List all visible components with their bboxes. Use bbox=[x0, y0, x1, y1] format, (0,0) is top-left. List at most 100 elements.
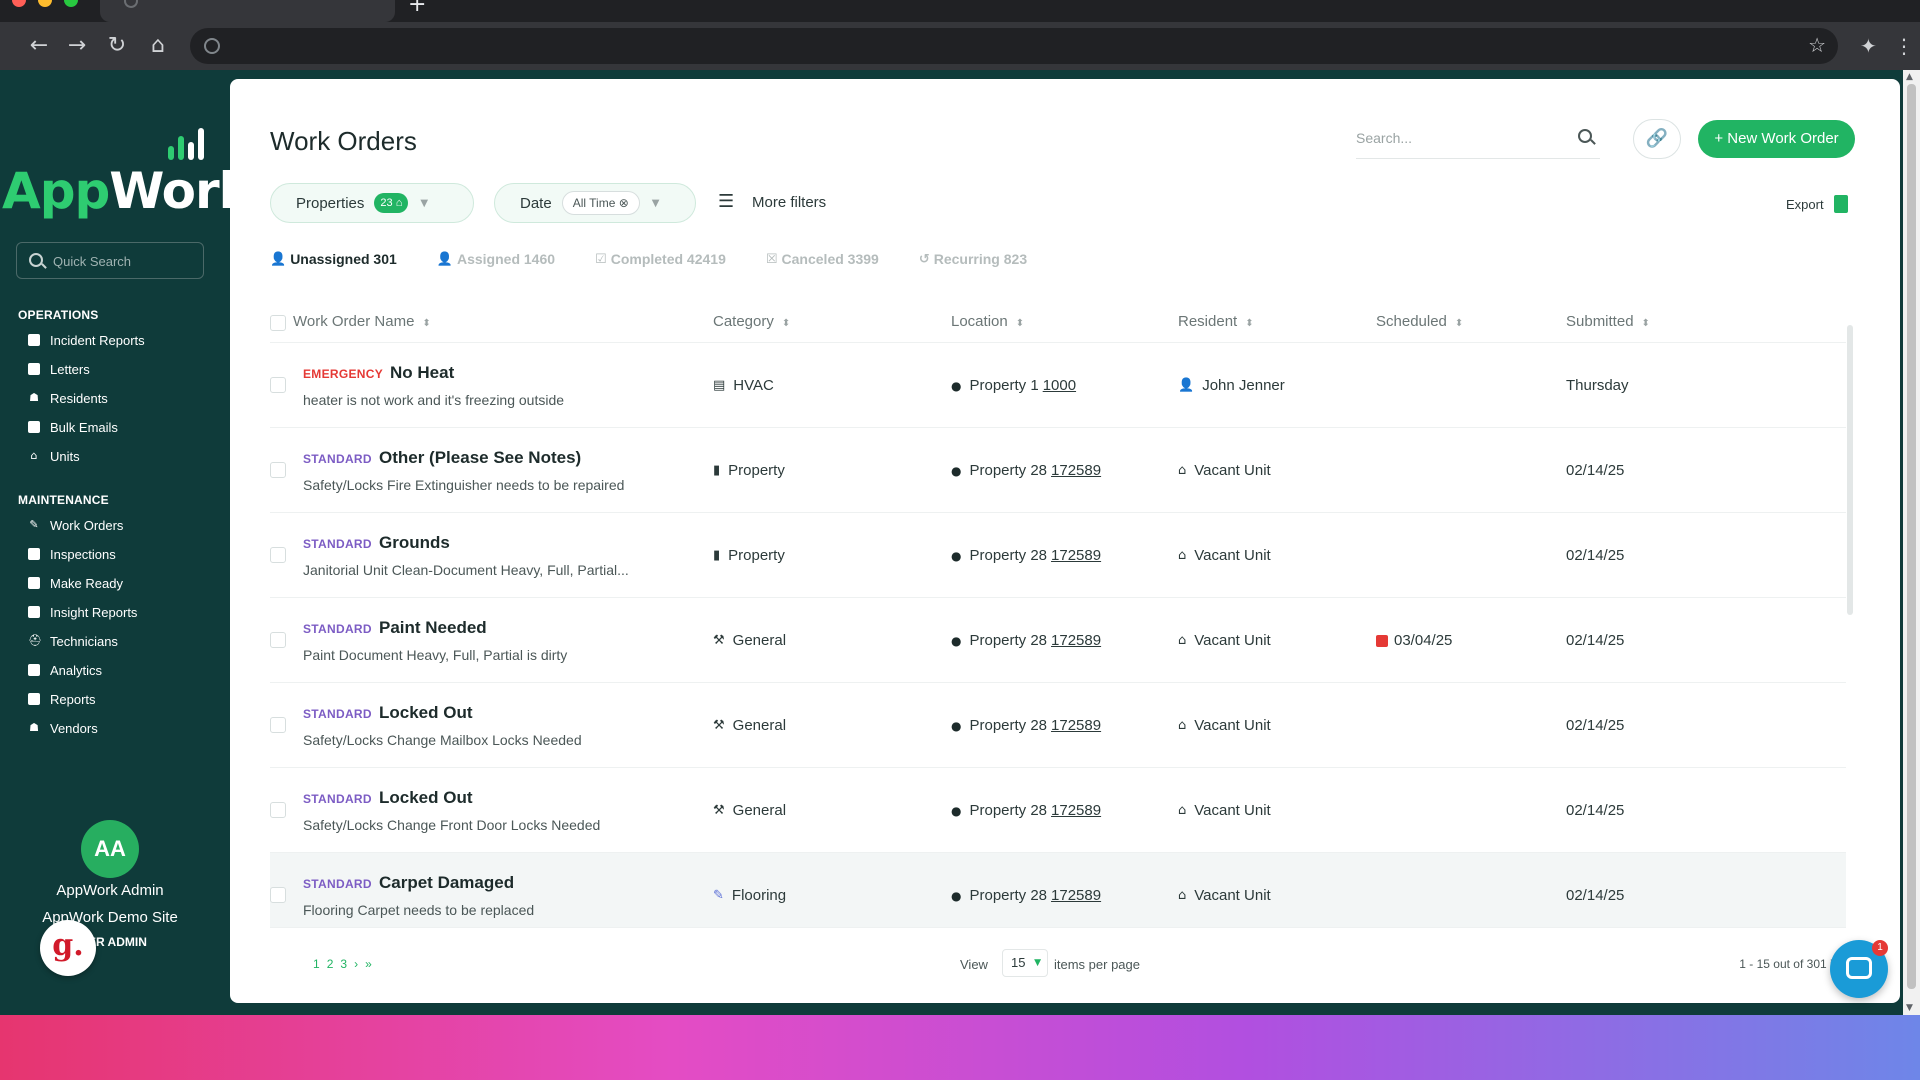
table-scroll-thumb[interactable] bbox=[1847, 325, 1853, 615]
quick-search-input[interactable]: Quick Search bbox=[16, 242, 204, 279]
work-order-title[interactable]: Paint Needed bbox=[379, 618, 487, 638]
tab-assigned[interactable]: 👤 Assigned 1460 bbox=[437, 249, 555, 269]
column-scheduled[interactable]: Scheduled ⬍ bbox=[1376, 313, 1463, 330]
page-1-link[interactable]: 1 bbox=[313, 957, 320, 971]
select-all-checkbox[interactable] bbox=[270, 315, 286, 331]
table-row[interactable]: STANDARD Carpet Damaged Flooring Carpet … bbox=[270, 853, 1846, 928]
browser-menu-icon[interactable]: ⋮ bbox=[1894, 34, 1914, 58]
table-scrollbar[interactable] bbox=[1847, 317, 1853, 937]
table-row[interactable]: STANDARD Locked Out Safety/Locks Change … bbox=[270, 683, 1846, 768]
work-order-title[interactable]: Locked Out bbox=[379, 703, 473, 723]
unit-link[interactable]: 1000 bbox=[1043, 377, 1076, 394]
column-resident[interactable]: Resident ⬍ bbox=[1178, 313, 1254, 330]
window-scrollbar[interactable]: ▲ ▼ bbox=[1903, 70, 1920, 1015]
search-input[interactable] bbox=[1356, 127, 1556, 149]
more-filters-button[interactable]: ☰ More filters bbox=[718, 192, 826, 212]
work-order-title[interactable]: Other (Please See Notes) bbox=[379, 448, 581, 468]
new-work-order-button[interactable]: + New Work Order bbox=[1698, 120, 1855, 158]
last-page-link[interactable]: » bbox=[365, 957, 372, 971]
home-button[interactable]: ⌂ bbox=[145, 34, 171, 60]
tools-icon: ⚒ bbox=[713, 803, 725, 818]
table-row[interactable]: STANDARD Other (Please See Notes) Safety… bbox=[270, 428, 1846, 513]
properties-filter[interactable]: Properties 23 ⌂ ▼ bbox=[270, 183, 474, 223]
row-checkbox[interactable] bbox=[270, 377, 286, 393]
unit-link[interactable]: 172589 bbox=[1051, 887, 1101, 904]
site-info-icon[interactable] bbox=[204, 38, 220, 54]
scroll-up-icon[interactable]: ▲ bbox=[1906, 72, 1913, 82]
sidebar-item-bulk-emails[interactable]: Bulk Emails bbox=[28, 416, 118, 438]
work-order-description: heater is not work and it's freezing out… bbox=[303, 392, 565, 408]
sidebar-item-reports[interactable]: Reports bbox=[28, 688, 96, 710]
table-row[interactable]: STANDARD Locked Out Safety/Locks Change … bbox=[270, 768, 1846, 853]
window-scroll-thumb[interactable] bbox=[1907, 84, 1916, 989]
row-checkbox[interactable] bbox=[270, 547, 286, 563]
reload-button[interactable]: ↻ bbox=[104, 34, 130, 60]
forward-button[interactable]: → bbox=[64, 34, 90, 60]
sidebar-item-technicians[interactable]: ⛑ Technicians bbox=[28, 630, 118, 652]
minimize-window-dot[interactable] bbox=[38, 0, 52, 7]
unit-link[interactable]: 172589 bbox=[1051, 632, 1101, 649]
per-page-select[interactable]: 15 ▼ bbox=[1002, 949, 1048, 977]
unit-link[interactable]: 172589 bbox=[1051, 547, 1101, 564]
maintenance-section-title: MAINTENANCE bbox=[18, 493, 109, 507]
page-3-link[interactable]: 3 bbox=[340, 957, 347, 971]
work-order-title[interactable]: No Heat bbox=[390, 363, 454, 383]
address-bar[interactable]: ☆ bbox=[190, 28, 1838, 64]
extensions-icon[interactable]: ✦ bbox=[1860, 34, 1877, 58]
row-checkbox[interactable] bbox=[270, 887, 286, 903]
work-order-title[interactable]: Locked Out bbox=[379, 788, 473, 808]
tab-unassigned[interactable]: 👤 Unassigned 301 bbox=[270, 249, 397, 269]
column-submitted[interactable]: Submitted ⬍ bbox=[1566, 313, 1650, 330]
sidebar-item-analytics[interactable]: Analytics bbox=[28, 659, 102, 681]
browser-tab[interactable] bbox=[100, 0, 395, 22]
work-order-description: Flooring Carpet needs to be replaced bbox=[303, 902, 535, 918]
scroll-down-icon[interactable]: ▼ bbox=[1906, 1003, 1913, 1013]
g-widget-button[interactable]: g. bbox=[40, 920, 96, 976]
date-filter[interactable]: Date All Time ⊗ ▼ bbox=[494, 183, 696, 223]
user-avatar[interactable]: AA bbox=[81, 820, 139, 878]
sidebar-item-inspections[interactable]: Inspections bbox=[28, 543, 116, 565]
sidebar-item-make-ready[interactable]: Make Ready bbox=[28, 572, 123, 594]
work-order-search[interactable] bbox=[1356, 119, 1600, 159]
sidebar-item-work-orders[interactable]: ✎ Work Orders bbox=[28, 514, 123, 536]
back-button[interactable]: ← bbox=[26, 34, 52, 60]
tab-canceled[interactable]: ☒ Canceled 3399 bbox=[766, 249, 879, 269]
unit-link[interactable]: 172589 bbox=[1051, 717, 1101, 734]
mail-icon bbox=[28, 421, 40, 433]
unit-link[interactable]: 172589 bbox=[1051, 462, 1101, 479]
row-checkbox[interactable] bbox=[270, 632, 286, 648]
export-button[interactable]: Export bbox=[1786, 195, 1848, 213]
sidebar-item-vendors[interactable]: ☗ Vendors bbox=[28, 717, 98, 739]
column-category[interactable]: Category ⬍ bbox=[713, 313, 790, 330]
search-icon[interactable] bbox=[1578, 129, 1592, 143]
appwork-logo[interactable]: AppWork bbox=[2, 122, 252, 220]
tab-completed[interactable]: ☑ Completed 42419 bbox=[595, 249, 726, 269]
sidebar-item-incident-reports[interactable]: Incident Reports bbox=[28, 329, 145, 351]
work-order-title[interactable]: Grounds bbox=[379, 533, 450, 553]
new-tab-button[interactable]: + bbox=[408, 0, 426, 16]
copy-link-button[interactable]: 🔗 bbox=[1633, 119, 1681, 159]
sidebar-item-units[interactable]: ⌂ Units bbox=[28, 445, 80, 467]
column-work-order-name[interactable]: Work Order Name ⬍ bbox=[293, 313, 431, 330]
page-2-link[interactable]: 2 bbox=[327, 957, 334, 971]
close-window-dot[interactable] bbox=[12, 0, 26, 7]
date-filter-value[interactable]: All Time ⊗ bbox=[561, 191, 640, 215]
next-page-link[interactable]: › bbox=[354, 957, 358, 971]
sidebar-item-insight-reports[interactable]: Insight Reports bbox=[28, 601, 137, 623]
table-row[interactable]: STANDARD Paint Needed Paint Document Hea… bbox=[270, 598, 1846, 683]
row-checkbox[interactable] bbox=[270, 717, 286, 733]
table-row[interactable]: EMERGENCY No Heat heater is not work and… bbox=[270, 343, 1846, 428]
unit-link[interactable]: 172589 bbox=[1051, 802, 1101, 819]
tab-recurring[interactable]: ↺ Recurring 823 bbox=[919, 249, 1027, 269]
maximize-window-dot[interactable] bbox=[64, 0, 78, 7]
bookmark-star-icon[interactable]: ☆ bbox=[1808, 33, 1826, 57]
row-checkbox[interactable] bbox=[270, 802, 286, 818]
table-row[interactable]: STANDARD Grounds Janitorial Unit Clean-D… bbox=[270, 513, 1846, 598]
work-order-title[interactable]: Carpet Damaged bbox=[379, 873, 514, 893]
row-checkbox[interactable] bbox=[270, 462, 286, 478]
sidebar-item-residents[interactable]: ☗ Residents bbox=[28, 387, 108, 409]
chart-icon bbox=[28, 664, 40, 676]
sidebar-item-letters[interactable]: Letters bbox=[28, 358, 90, 380]
wrench-icon: ✎ bbox=[29, 518, 39, 531]
column-location[interactable]: Location ⬍ bbox=[951, 313, 1024, 330]
